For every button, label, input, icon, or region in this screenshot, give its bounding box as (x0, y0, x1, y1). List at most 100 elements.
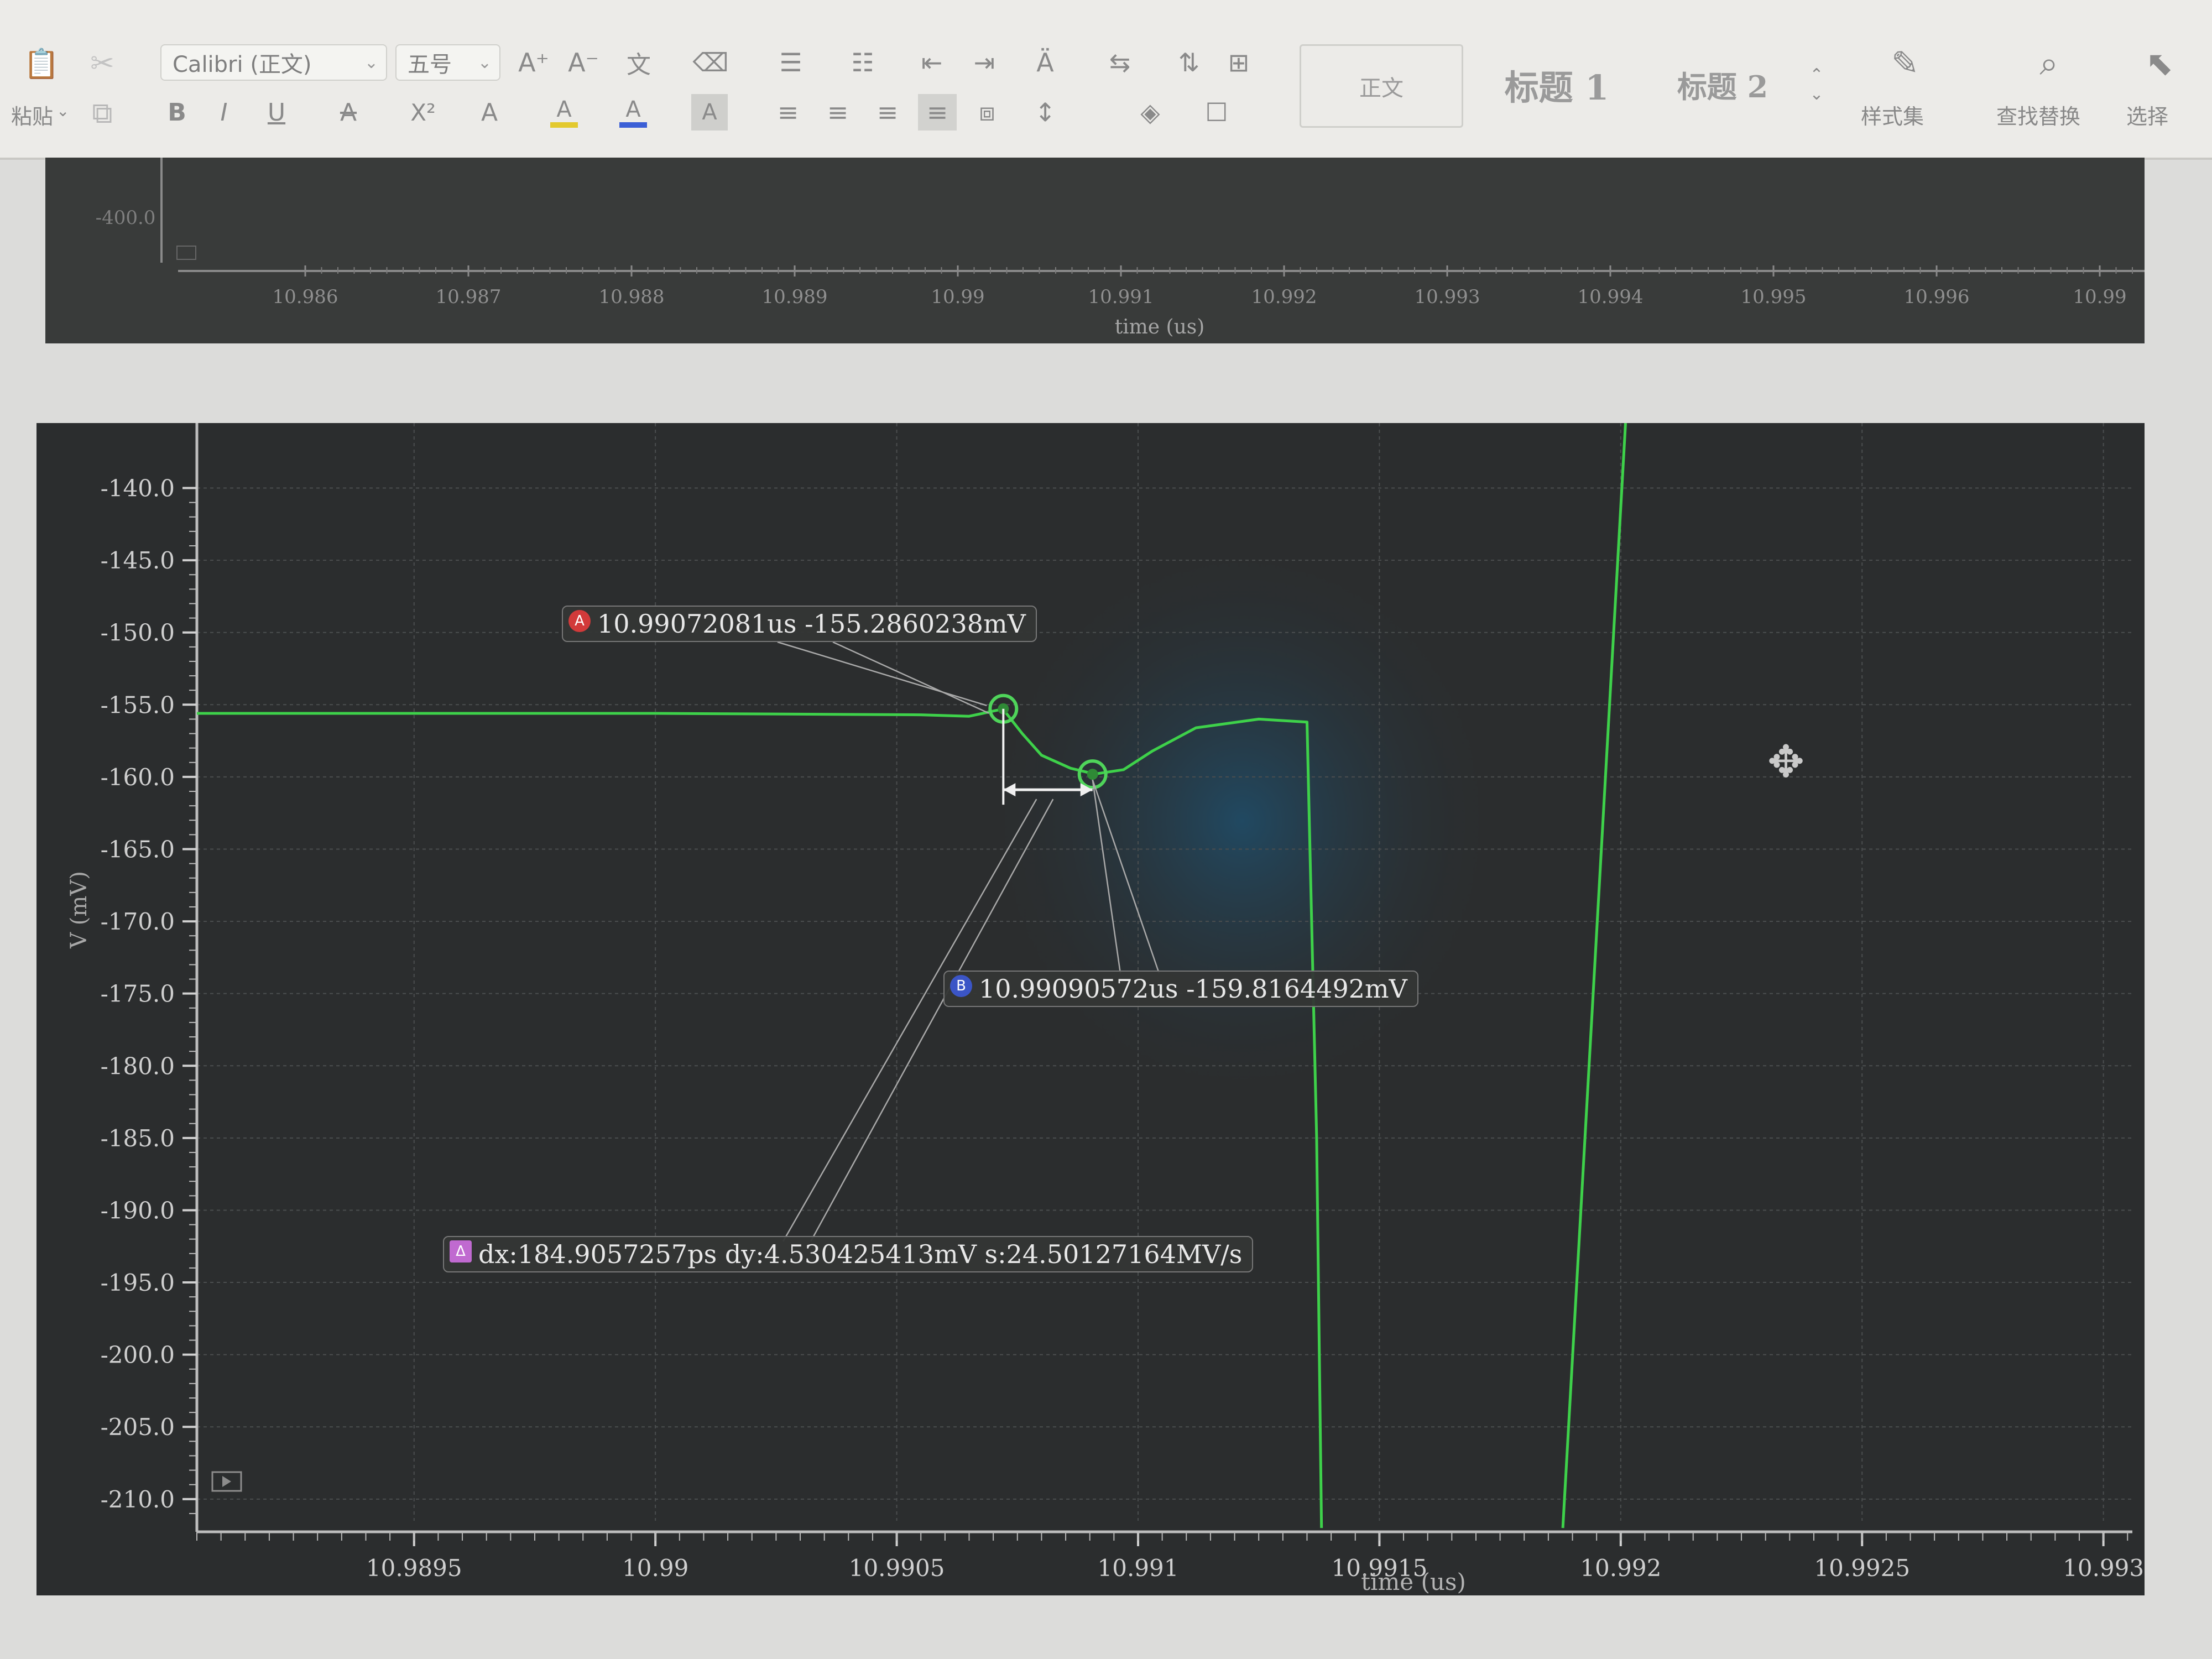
find-replace-label[interactable]: 查找替换 (1996, 100, 2080, 130)
superscript-button[interactable]: X² (401, 94, 445, 131)
top-x-tick-label: 10.989 (762, 286, 828, 308)
text-direction-icon[interactable]: ⇆ (1098, 44, 1142, 81)
x-tick-label: 10.9925 (1814, 1554, 1910, 1582)
top-x-tick-label: 10.996 (1904, 286, 1970, 308)
main-waveform-panel: -140.0 -145.0 -150.0 -155.0 -160.0 -165.0 -170… (36, 422, 2145, 1595)
find-icon[interactable]: ⌕ (2024, 39, 2074, 88)
style-heading1[interactable]: 标题 1 (1482, 44, 1631, 124)
cursor-a-leader-1 (777, 641, 987, 706)
y-tick-label: -165.0 (101, 836, 175, 863)
delta-label[interactable]: Δ dx:184.9057257ps dy:4.530425413mV s:24… (443, 1236, 1254, 1272)
cursor-b-label[interactable]: B 10.99090572us -159.8164492mV (943, 971, 1418, 1007)
x-tick-label: 10.9895 (366, 1554, 462, 1582)
style-set-label[interactable]: 样式集 (1861, 100, 1924, 130)
cursor-b-readout: 10.99090572us -159.8164492mV (979, 974, 1407, 1004)
font-size-select[interactable]: 五号 ⌄ (395, 44, 500, 81)
align-center-icon[interactable]: ≡ (818, 94, 857, 131)
x-tick-label: 10.99 (622, 1554, 688, 1582)
align-left-icon[interactable]: ≡ (769, 94, 807, 131)
y-tick-label: -200.0 (101, 1342, 175, 1369)
font-name-value: Calibri (正文) (173, 52, 312, 77)
top-x-tick-label: 10.993 (1415, 286, 1480, 308)
y-tick-label: -195.0 (101, 1269, 175, 1296)
decrease-indent-icon[interactable]: ⇤ (912, 44, 951, 81)
top-x-tick-label: 10.991 (1088, 286, 1154, 308)
cursor-a-readout: 10.99072081us -155.2860238mV (597, 609, 1026, 639)
numbering-icon[interactable]: ☷ (841, 44, 885, 81)
paste-dropdown-icon[interactable]: ⌄ (56, 102, 69, 120)
x-tick-label: 10.9905 (849, 1554, 945, 1582)
font-name-select[interactable]: Calibri (正文) ⌄ (160, 44, 387, 81)
text-effect-button[interactable]: A (473, 94, 506, 131)
top-y-tick: -400.0 (96, 207, 156, 229)
top-x-tick-label: 10.987 (436, 286, 502, 308)
y-tick-label: -155.0 (101, 691, 175, 718)
top-waveform-panel: -400.0 10.986 10.987 10.988 10.989 10.99 10.9… (45, 158, 2145, 343)
x-ticks: 10.9895 10.99 10.9905 10.991 10.9915 10.992 10… (196, 1532, 2144, 1582)
select-label[interactable]: 选择 (2126, 100, 2168, 130)
paste-label[interactable]: 粘贴 (11, 100, 53, 130)
top-x-tick-label: 10.99 (2073, 286, 2126, 308)
top-x-tick-label: 10.986 (273, 286, 338, 308)
delta-leader-1 (782, 799, 1037, 1242)
style-heading1-label: 标题 1 (1504, 67, 1609, 108)
cut-icon[interactable]: ✂ (83, 44, 122, 83)
char-shading-button[interactable]: A (691, 94, 728, 131)
main-waveform-chart: -140.0 -145.0 -150.0 -155.0 -160.0 -165.0 -170… (66, 422, 2144, 1595)
line-spacing-icon[interactable]: ↕ (1023, 94, 1067, 131)
waveform-line-2 (1561, 422, 1627, 1528)
top-x-label: time (us) (1115, 316, 1205, 338)
sort-icon[interactable]: ⇅ (1170, 44, 1208, 81)
cursor-a-badge: A (568, 610, 591, 632)
bold-button[interactable]: B (160, 94, 194, 131)
paste-icon[interactable]: 📋 (19, 39, 64, 88)
top-x-tick-label: 10.994 (1578, 286, 1644, 308)
borders-icon[interactable]: ☐ (1194, 94, 1239, 131)
x-tick-label: 10.993 (2063, 1554, 2144, 1582)
top-waveform-axes: -400.0 10.986 10.987 10.988 10.989 10.99 10.9… (96, 158, 2145, 338)
shading-icon[interactable]: ◈ (1128, 94, 1172, 131)
font-color-button[interactable]: A (614, 91, 653, 133)
show-marks-icon[interactable]: ⊞ (1219, 44, 1258, 81)
play-icon[interactable] (176, 246, 196, 260)
x-tick-label: 10.992 (1580, 1554, 1661, 1582)
font-size-value: 五号 (408, 52, 452, 77)
style-normal[interactable]: 正文 (1300, 44, 1463, 128)
y-tick-label: -210.0 (101, 1486, 175, 1513)
phonetic-guide-icon[interactable]: 文 (614, 44, 664, 81)
copy-icon[interactable]: ⧉ (83, 94, 122, 133)
underline-button[interactable]: U (260, 94, 293, 131)
chinese-layout-icon[interactable]: Ä (1023, 44, 1067, 81)
bullets-icon[interactable]: ☰ (769, 44, 813, 81)
delta-leader-2 (810, 799, 1054, 1242)
styles-scroll-icon[interactable]: ⌃ ⌄ (1806, 44, 1828, 124)
top-x-tick-label: 10.99 (931, 286, 984, 308)
distributed-icon[interactable]: ⧈ (968, 94, 1006, 131)
y-tick-label: -140.0 (101, 475, 175, 502)
y-tick-label: -180.0 (101, 1052, 175, 1079)
top-x-tick-label: 10.988 (599, 286, 665, 308)
increase-indent-icon[interactable]: ⇥ (965, 44, 1004, 81)
y-tick-label: -145.0 (101, 547, 175, 574)
style-set-icon[interactable]: ✎ (1880, 39, 1930, 88)
italic-button[interactable]: I (207, 94, 241, 131)
y-tick-label: -160.0 (101, 764, 175, 791)
style-heading2-label: 标题 2 (1677, 69, 1768, 105)
grow-font-icon[interactable]: A⁺ (514, 44, 553, 81)
clear-format-icon[interactable]: ⌫ (691, 44, 730, 81)
shrink-font-icon[interactable]: A⁻ (564, 44, 603, 81)
move-cursor-icon: ✥ (1767, 736, 1804, 787)
cursor-b-dot (1087, 769, 1098, 780)
y-axis-label: V (mV) (66, 871, 92, 949)
justify-icon[interactable]: ≡ (918, 94, 957, 131)
style-heading2[interactable]: 标题 2 (1653, 44, 1792, 124)
highlight-button[interactable]: A (545, 91, 583, 133)
strikethrough-button[interactable]: A (332, 94, 365, 131)
cursor-a-label[interactable]: A 10.99072081us -155.2860238mV (562, 606, 1037, 642)
align-right-icon[interactable]: ≡ (868, 94, 907, 131)
font-color-glyph: A (625, 97, 641, 122)
delta-readout: dx:184.9057257ps dy:4.530425413mV s:24.5… (478, 1239, 1243, 1269)
cursor-a-leader-2 (832, 641, 989, 714)
select-cursor-icon[interactable]: ⬉ (2135, 39, 2184, 88)
y-ticks: -140.0 -145.0 -150.0 -155.0 -160.0 -165.0 -170… (101, 475, 197, 1514)
